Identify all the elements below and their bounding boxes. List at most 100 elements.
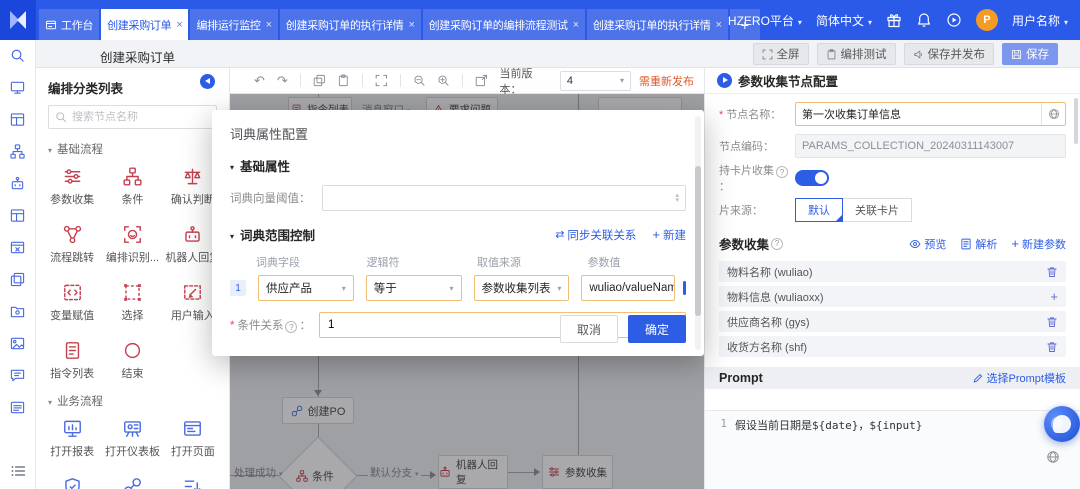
node-name-field[interactable]	[795, 102, 1066, 126]
save-button[interactable]: 保存	[1002, 43, 1058, 65]
param-row[interactable]: 收货方名称 (shf)	[719, 336, 1066, 357]
tab-create-purchase-order[interactable]: 创建采购订单	[101, 9, 189, 40]
table-icon[interactable]	[10, 112, 25, 127]
modal-scrollbar-thumb[interactable]	[695, 166, 701, 316]
tab-execution-detail-2[interactable]: 创建采购订单的执行详情	[586, 9, 728, 40]
image-icon[interactable]	[10, 336, 25, 351]
palette-item-select[interactable]: 选择	[102, 277, 162, 323]
preview-link[interactable]: 预览	[909, 236, 946, 252]
param-row[interactable]: 物料名称 (wuliao)	[719, 261, 1066, 282]
copy-icon[interactable]	[313, 74, 326, 87]
platform-menu[interactable]: HZERO平台	[728, 12, 802, 29]
palette-item-open-dashboard[interactable]: 打开仪表板	[102, 413, 162, 459]
redo-icon[interactable]: ↷	[277, 74, 288, 87]
threshold-field[interactable]: ▴ ▾	[322, 185, 686, 211]
palette-item-open-report[interactable]: 打开报表	[42, 413, 102, 459]
new-row-link[interactable]: 新建	[652, 227, 686, 243]
card-source-default-tab[interactable]: 默认	[795, 198, 843, 222]
bell-icon[interactable]	[916, 12, 932, 28]
open-new-window-icon[interactable]	[475, 74, 488, 87]
fullscreen-button[interactable]: 全屏	[752, 43, 809, 65]
paste-icon[interactable]	[337, 74, 350, 87]
close-tab-icon[interactable]	[261, 19, 272, 31]
confirm-button[interactable]: 确定	[627, 315, 686, 343]
sync-relation-link[interactable]: ⇄ 同步关联关系	[555, 227, 636, 243]
menu-icon[interactable]	[10, 463, 26, 479]
palette-item-recognition[interactable]: 编排识别...	[102, 219, 162, 265]
help-icon[interactable]: ?	[776, 166, 788, 179]
play-circle-icon[interactable]	[946, 12, 962, 28]
palette-item-condition[interactable]: 条件	[102, 161, 162, 207]
add-param-icon[interactable]	[1050, 289, 1058, 304]
search-icon[interactable]	[10, 48, 25, 63]
assistant-button[interactable]	[1044, 406, 1080, 442]
layers-icon[interactable]	[10, 272, 25, 287]
palette-item-flow-jump[interactable]: 流程跳转	[42, 219, 102, 265]
avatar[interactable]: P	[975, 9, 998, 31]
section-range-control[interactable]: 词典范围控制	[230, 225, 315, 244]
node-name-input[interactable]	[802, 108, 1041, 120]
browser-icon[interactable]	[10, 240, 25, 255]
field-select[interactable]: 供应产品	[258, 275, 354, 301]
delete-param-icon[interactable]	[1046, 341, 1058, 353]
close-tab-icon[interactable]	[403, 19, 414, 31]
robot-icon[interactable]	[10, 176, 25, 191]
app-logo[interactable]	[0, 0, 36, 40]
username-menu[interactable]: 用户名称	[1012, 12, 1068, 29]
palette-item-open-page[interactable]: 打开页面	[163, 413, 223, 459]
table-icon[interactable]	[10, 208, 25, 223]
card-source-linked-tab[interactable]: 关联卡片	[842, 198, 912, 222]
palette-item-shield[interactable]	[42, 471, 102, 489]
threshold-input[interactable]	[329, 192, 672, 204]
number-stepper-icon[interactable]: ▴ ▾	[675, 192, 679, 204]
collapse-left-panel-icon[interactable]	[200, 74, 215, 89]
node-search-box[interactable]	[48, 105, 217, 129]
globe-icon[interactable]	[1046, 450, 1060, 464]
prompt-editor[interactable]: 1 假设当前日期是${date}，${input}	[705, 410, 1080, 489]
modal-scrollbar[interactable]	[695, 116, 701, 350]
card-collect-toggle[interactable]	[795, 170, 829, 186]
palette-item-param-collect[interactable]: 参数收集	[42, 161, 102, 207]
collapse-right-panel-icon[interactable]	[717, 73, 732, 88]
palette-item-flow-list[interactable]	[163, 471, 223, 489]
version-select[interactable]: 4	[559, 70, 631, 91]
select-prompt-template-link[interactable]: 选择Prompt模板	[972, 370, 1066, 386]
gift-icon[interactable]	[886, 12, 902, 28]
language-menu[interactable]: 简体中文	[816, 12, 872, 29]
new-param-link[interactable]: 新建参数	[1011, 236, 1066, 252]
globe-icon[interactable]	[1041, 103, 1065, 125]
tab-execution-detail-1[interactable]: 创建采购订单的执行详情	[279, 9, 421, 40]
help-icon[interactable]: ?	[771, 237, 784, 250]
help-icon[interactable]: ?	[285, 321, 298, 334]
row-drag-handle-icon[interactable]	[683, 281, 686, 295]
param-row[interactable]: 物料信息 (wuliaoxx)	[719, 286, 1066, 307]
palette-item-instruction-list[interactable]: 指令列表	[42, 335, 102, 381]
section-basic-attributes[interactable]: 基础属性	[230, 156, 686, 175]
parse-link[interactable]: 解析	[960, 236, 997, 252]
undo-icon[interactable]: ↶	[254, 74, 265, 87]
folder-icon[interactable]	[10, 304, 25, 319]
card-icon[interactable]	[10, 400, 25, 415]
node-search-input[interactable]	[72, 111, 210, 123]
tab-flow-test[interactable]: 创建采购订单的编排流程测试	[422, 9, 585, 40]
group-basic-flow[interactable]: 基础流程	[48, 141, 217, 157]
zoom-in-icon[interactable]	[437, 74, 450, 87]
palette-item-link[interactable]	[102, 471, 162, 489]
zoom-out-icon[interactable]	[413, 74, 426, 87]
orchestration-test-button[interactable]: 编排测试	[816, 43, 896, 65]
chat-icon[interactable]	[10, 368, 25, 383]
operator-select[interactable]: 等于	[365, 275, 462, 301]
value-select[interactable]: wuliao/valueName	[581, 275, 676, 301]
right-panel-scrollbar[interactable]	[1074, 98, 1078, 144]
sitemap-icon[interactable]	[10, 144, 25, 159]
tab-workbench[interactable]: 工作台	[39, 9, 100, 40]
cancel-button[interactable]: 取消	[559, 315, 618, 343]
source-select[interactable]: 参数收集列表	[473, 275, 570, 301]
palette-item-end[interactable]: 结束	[102, 335, 162, 381]
fit-view-icon[interactable]	[375, 74, 388, 87]
close-tab-icon[interactable]	[711, 19, 722, 31]
delete-param-icon[interactable]	[1046, 316, 1058, 328]
group-business-flow[interactable]: 业务流程	[48, 393, 217, 409]
close-tab-icon[interactable]	[568, 19, 579, 31]
close-tab-icon[interactable]	[171, 19, 182, 31]
